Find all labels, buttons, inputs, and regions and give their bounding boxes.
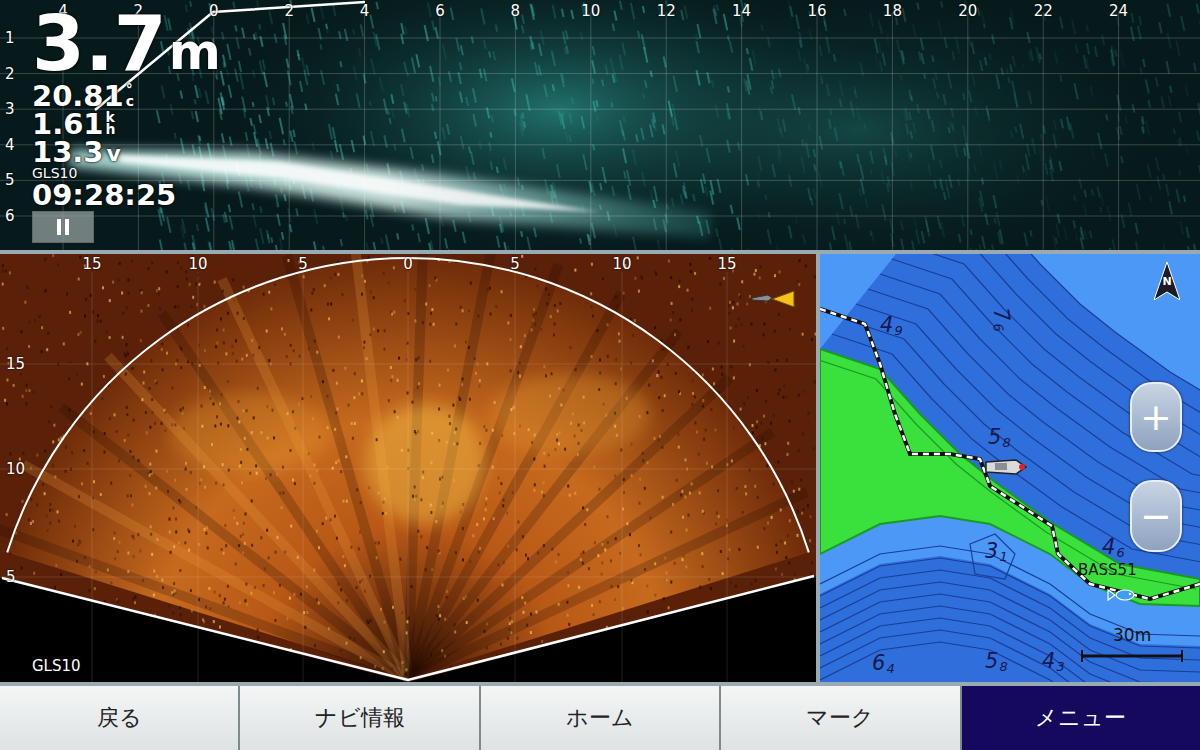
source-label: GLS10 [32, 166, 77, 181]
time-value: 09:28:25 [32, 181, 176, 209]
range-tick: 2 [284, 3, 294, 19]
range-tick: 15 [717, 256, 736, 272]
depth-label: 76 [984, 306, 1016, 333]
range-tick: 14 [732, 3, 751, 19]
unit-part: ° [126, 83, 134, 95]
zoom-out-button[interactable]: − [1130, 480, 1182, 552]
range-tick: 10 [581, 3, 600, 19]
depth-tick: 2 [5, 66, 15, 82]
range-tick: 5 [298, 256, 308, 272]
range-tick: 10 [612, 256, 631, 272]
depth-tick: 3 [5, 101, 15, 117]
speed-value: 1.61 [32, 110, 104, 138]
soft-key-button[interactable]: ナビ情報 [240, 686, 478, 750]
track-line [820, 309, 1200, 599]
soft-key-button[interactable]: マーク [721, 686, 959, 750]
fish-waypoint-icon[interactable] [1108, 590, 1134, 600]
range-tick: 20 [958, 3, 977, 19]
north-arrow-icon: N [1154, 262, 1180, 300]
range-tick: 24 [1109, 3, 1128, 19]
livescope-sonar-panel: 15 10 5 0 5 10 15 15 10 5 GLS10 [0, 254, 816, 682]
pause-icon [56, 219, 70, 235]
scale-label: 30m [1113, 626, 1151, 645]
chart-map-panel[interactable]: 49 76 58 31 46 64 58 43 N + − BASS51 30m [820, 254, 1200, 682]
shallow-area [820, 349, 1200, 606]
depth-tick: 4 [5, 137, 15, 153]
downscan-sonar-panel: 420246810121416182022241234563.7m20.81°c… [0, 0, 1200, 250]
depth-label: 58 [988, 426, 1011, 454]
unit-part: c [126, 95, 134, 107]
soft-key-button[interactable]: 戻る [0, 686, 238, 750]
range-tick: 18 [883, 3, 902, 19]
depth-label: 49 [880, 314, 903, 342]
soft-key-button[interactable]: メニュー [962, 686, 1200, 750]
range-tick: 0 [209, 3, 219, 19]
depth-label: 58 [985, 650, 1008, 678]
depth-tick: 5 [5, 172, 15, 188]
range-tick: 15 [82, 256, 101, 272]
depth-tick: 1 [5, 30, 15, 46]
data-readout: 3.7m 20.81°c 1.61kh13.3v GLS1009:28:25 [32, 6, 221, 243]
voltage-unit: v [107, 142, 121, 166]
range-tick: 0 [403, 256, 413, 272]
range-tick: 4 [360, 3, 370, 19]
range-tick: 6 [435, 3, 445, 19]
range-tick: 22 [1034, 3, 1053, 19]
depth-value: 3.7 [32, 6, 167, 82]
range-tick: 10 [188, 256, 207, 272]
range-tick: 5 [510, 256, 520, 272]
depth-tick: 15 [6, 356, 25, 372]
depth-label: 43 [1042, 650, 1065, 678]
waypoint-label: BASS51 [1078, 562, 1137, 579]
depth-tick: 10 [6, 461, 25, 477]
depth-label: 46 [1102, 536, 1125, 564]
pause-button[interactable] [32, 211, 94, 243]
range-tick: 12 [657, 3, 676, 19]
boat-direction-icon [750, 289, 796, 309]
soft-key-button[interactable]: ホーム [481, 686, 719, 750]
boat-icon [986, 460, 1026, 474]
depth-unit: m [169, 22, 221, 82]
zoom-in-button[interactable]: + [1130, 382, 1182, 452]
depth-tick: 5 [6, 569, 16, 585]
voltage-value: 13.3 [32, 138, 104, 166]
source-label: GLS10 [32, 658, 81, 674]
sonar-image [0, 254, 816, 682]
depth-label: 64 [872, 652, 895, 680]
temperature-value: 20.81 [32, 82, 124, 110]
depth-tick: 6 [5, 208, 15, 224]
temperature-unit: °c [126, 83, 134, 107]
north-label: N [1154, 276, 1180, 288]
range-tick: 16 [807, 3, 826, 19]
range-tick: 8 [511, 3, 521, 19]
unit-part: h [106, 123, 116, 135]
unit-part: k [106, 111, 116, 123]
speed-unit: kh [106, 111, 116, 135]
soft-key-bar: 戻るナビ情報ホームマークメニュー [0, 686, 1200, 750]
scale-bar [1082, 655, 1182, 658]
depth-label: 31 [985, 540, 1008, 568]
